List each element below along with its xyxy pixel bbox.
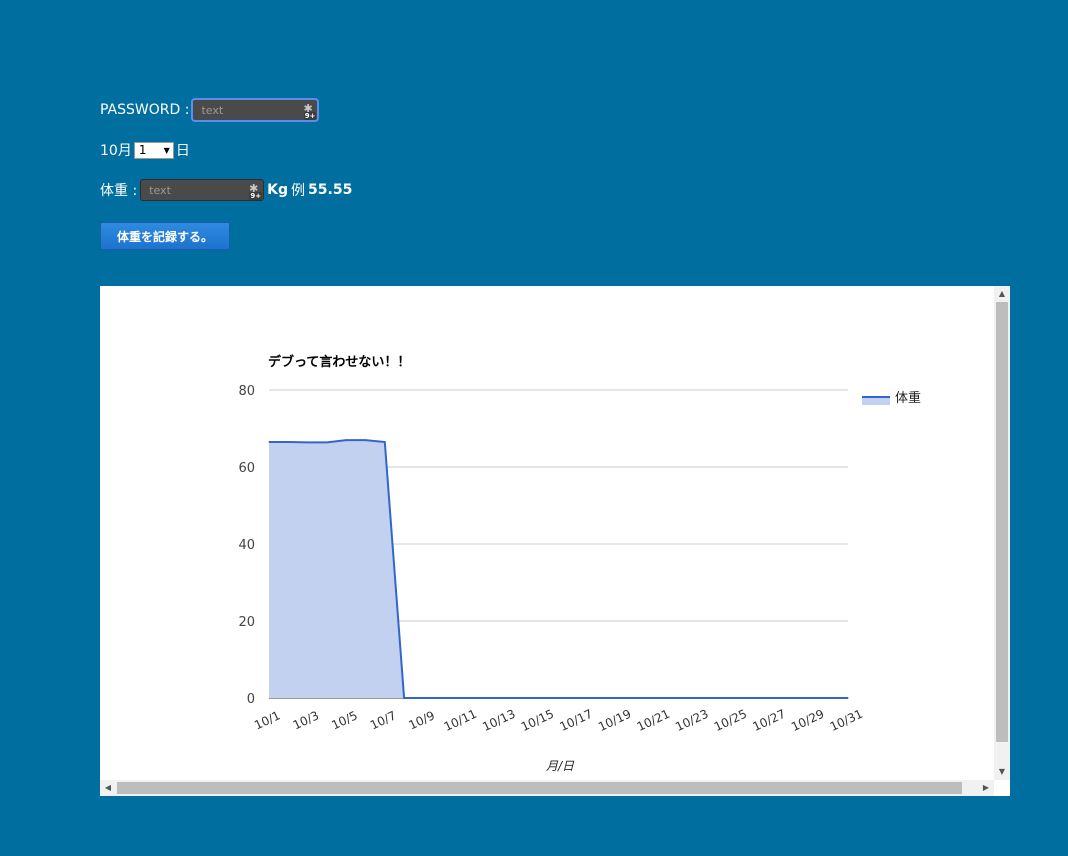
x-tick-label: 10/7 (368, 708, 398, 732)
month-label: 10月 (100, 143, 132, 159)
data-point (789, 697, 791, 699)
data-point (384, 441, 386, 443)
data-point (480, 697, 482, 699)
data-point (750, 697, 753, 699)
dropdown-arrow-icon: ▼ (163, 145, 170, 155)
weight-chart: デブって言わせない！！ 020406080 10/1 10/3 10/5 10/7 10… (238, 354, 921, 773)
chart-area: デブって言わせない！！ 0 20 40 60 80 10/1 10/3 10/5 10/7 10… (108, 294, 994, 780)
x-tick-label: 10/3 (291, 708, 321, 732)
y-tick-label: 20 (238, 615, 255, 630)
weight-unit: Kg (267, 182, 289, 198)
scroll-left-icon[interactable]: ◀ (100, 780, 116, 796)
y-tick-label: 0 (247, 692, 255, 707)
data-point (770, 697, 772, 699)
legend: 体重 (862, 390, 921, 406)
data-point (307, 441, 309, 443)
day-select[interactable]: 1 ▼ (133, 141, 174, 159)
data-point (345, 439, 347, 441)
data-point (847, 697, 849, 699)
series-area (269, 440, 848, 698)
x-tick-label: 10/19 (596, 707, 633, 734)
vertical-scrollbar[interactable]: ▲ ▼ (994, 286, 1010, 780)
legend-swatch (862, 397, 890, 405)
extension-badge-icon[interactable]: ✱ 9+ (302, 103, 317, 120)
chart-frame: デブって言わせない！！ 0 20 40 60 80 10/1 10/3 10/5 10/7 10… (100, 286, 1010, 796)
x-axis-ticks: 10/1 10/3 10/5 10/7 10/9 10/11 10/13 10/15 10/17… (252, 707, 865, 734)
data-point (326, 441, 328, 443)
x-axis-label: 月/日 (546, 759, 575, 773)
date-row: 10月 1 ▼ 日 (100, 140, 190, 160)
extension-badge-icon[interactable]: ✱ 9+ (248, 183, 263, 200)
data-point (577, 697, 579, 699)
data-point (731, 697, 733, 699)
data-point (442, 697, 444, 699)
data-point (615, 697, 617, 699)
data-point (500, 697, 502, 699)
password-field[interactable]: ✱ 9+ (191, 98, 320, 122)
scroll-right-icon[interactable]: ▶ (978, 780, 994, 796)
data-point (268, 441, 270, 443)
example-prefix: 例 (291, 183, 306, 199)
horizontal-scroll-thumb[interactable] (117, 782, 962, 794)
x-tick-label: 10/9 (407, 708, 437, 732)
data-point (712, 697, 714, 699)
vertical-scroll-thumb[interactable] (996, 302, 1008, 742)
data-point (557, 697, 560, 699)
data-point (673, 697, 675, 699)
data-point (364, 439, 367, 441)
day-select-value: 1 (138, 143, 147, 157)
data-point (693, 697, 695, 699)
horizontal-scrollbar[interactable]: ◀ ▶ (100, 780, 994, 796)
y-axis-ticks: 0 20 40 60 80 (238, 384, 255, 707)
example-value: 55.55 (308, 182, 353, 198)
legend-label: 体重 (895, 390, 921, 406)
x-tick-label: 10/25 (712, 707, 749, 734)
data-point (422, 697, 424, 699)
x-tick-label: 10/11 (442, 707, 479, 734)
weight-input[interactable] (141, 180, 264, 200)
x-tick-label: 10/31 (828, 707, 865, 734)
y-tick-label: 40 (238, 538, 255, 553)
data-point (828, 697, 830, 699)
weight-row: 体重 : ✱ 9+ Kg 例 55.55 (100, 179, 352, 201)
password-input[interactable] (193, 100, 318, 120)
x-tick-label: 10/1 (252, 708, 282, 732)
x-tick-label: 10/5 (329, 708, 359, 732)
x-tick-label: 10/27 (750, 707, 787, 734)
weight-field[interactable]: ✱ 9+ (140, 179, 265, 201)
weight-label: 体重 : (100, 183, 138, 199)
record-weight-button[interactable]: 体重を記録する。 (100, 222, 230, 250)
chart-title: デブって言わせない！！ (268, 354, 410, 370)
data-point (461, 697, 463, 699)
badge-count: 9+ (249, 192, 263, 200)
password-label: PASSWORD : (100, 102, 190, 118)
x-tick-label: 10/21 (635, 707, 672, 734)
data-point (635, 697, 637, 699)
data-point (596, 697, 598, 699)
data-point (287, 441, 289, 443)
data-point (808, 697, 811, 699)
x-tick-label: 10/17 (557, 707, 594, 734)
data-point (654, 697, 656, 699)
data-point (538, 697, 540, 699)
x-tick-label: 10/29 (789, 707, 826, 734)
scroll-down-icon[interactable]: ▼ (994, 764, 1010, 780)
scroll-up-icon[interactable]: ▲ (994, 286, 1010, 302)
y-tick-label: 80 (238, 384, 255, 399)
day-suffix: 日 (175, 143, 190, 159)
y-tick-label: 60 (238, 461, 255, 476)
badge-count: 9+ (303, 112, 317, 120)
data-point (519, 697, 521, 699)
x-tick-label: 10/13 (480, 707, 517, 734)
password-row: PASSWORD : ✱ 9+ (100, 98, 320, 122)
x-tick-label: 10/23 (673, 707, 710, 734)
x-tick-label: 10/15 (519, 707, 556, 734)
data-point (403, 697, 405, 699)
